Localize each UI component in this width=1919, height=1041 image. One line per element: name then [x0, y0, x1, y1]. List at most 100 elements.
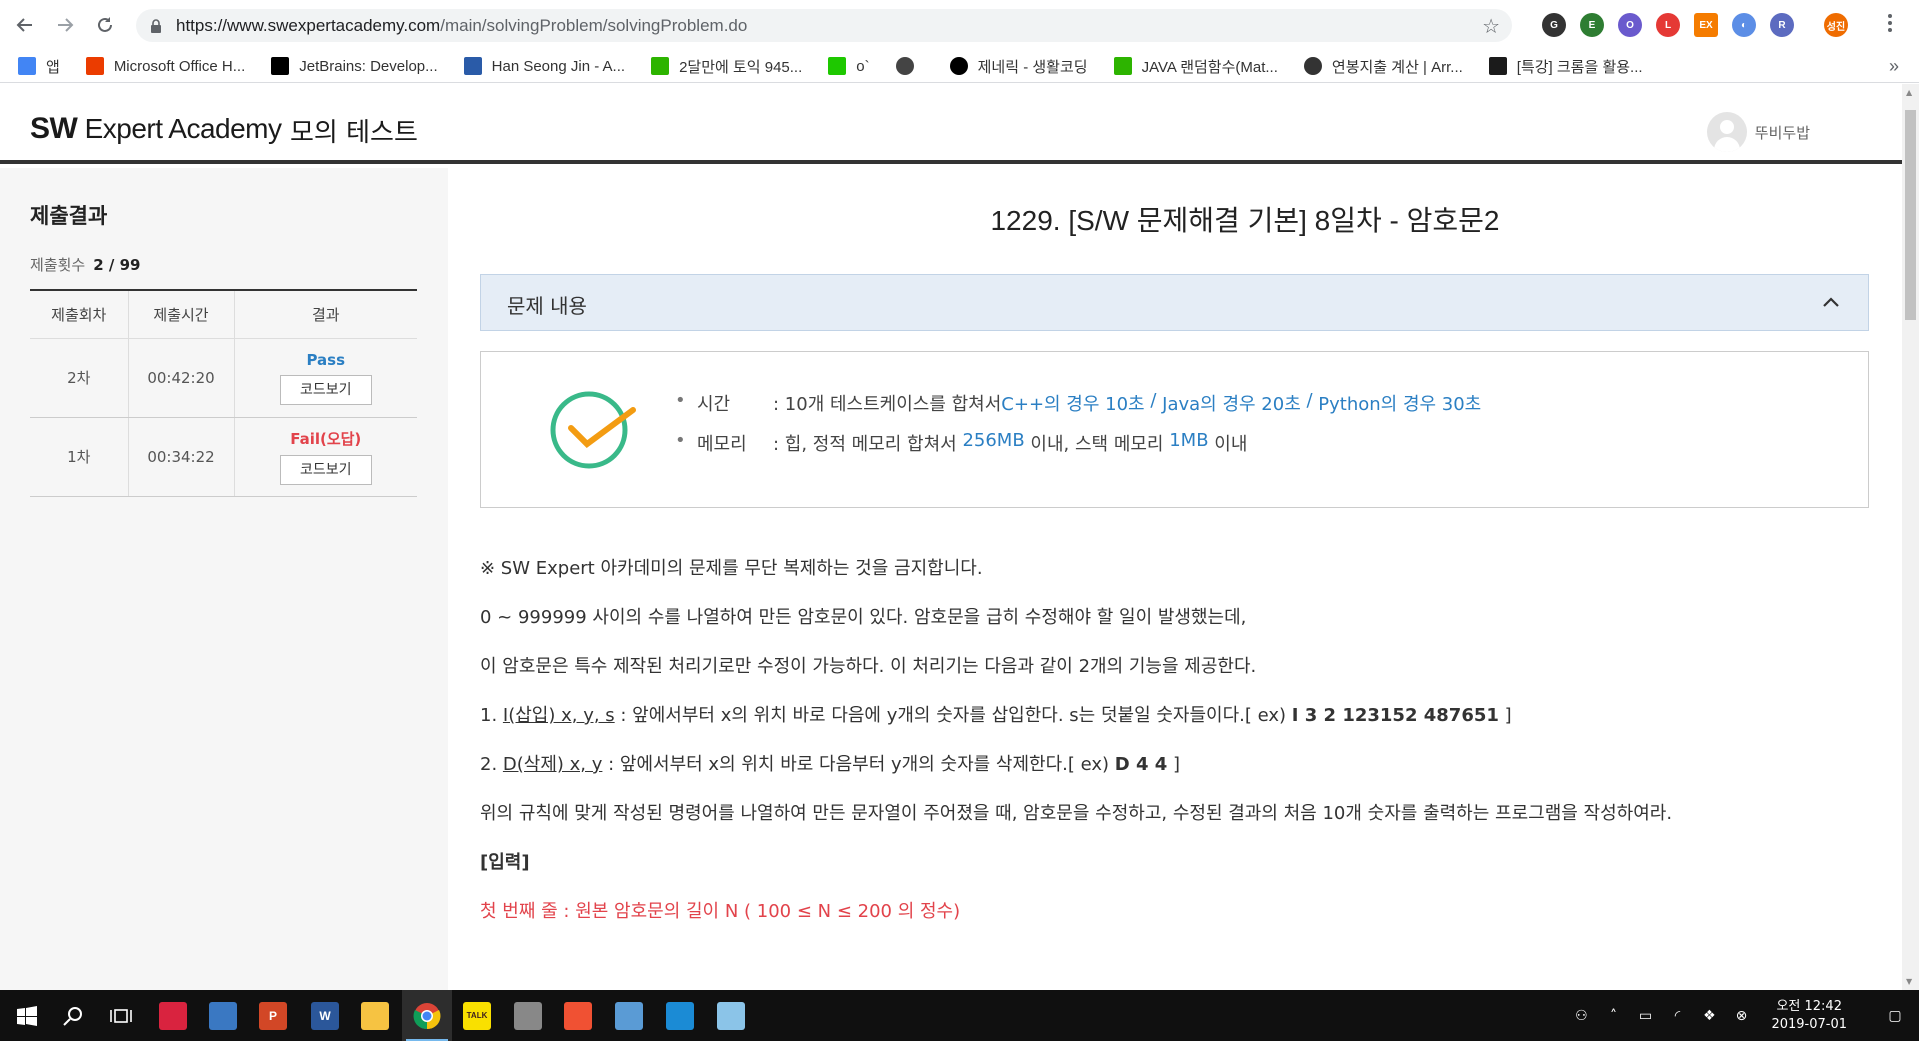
bookmark-star-icon[interactable]: ☆: [1482, 14, 1500, 38]
bookmark-item[interactable]: 앱: [18, 56, 60, 77]
scroll-thumb[interactable]: [1905, 110, 1916, 320]
settings-app-icon[interactable]: [503, 990, 553, 1041]
scroll-up-icon[interactable]: ▲: [1906, 88, 1912, 97]
extension-compass-icon[interactable]: ◐: [1732, 13, 1756, 37]
people-icon[interactable]: ⚇: [1571, 1006, 1591, 1026]
blog-icon: [1113, 57, 1132, 75]
problem-content: 1229. [S/W 문제해결 기본] 8일차 - 암호문2 문제 내용 • 시…: [448, 168, 1902, 990]
search-icon[interactable]: [48, 990, 98, 1041]
view-code-button[interactable]: 코드보기: [279, 374, 372, 405]
bookmark-label: 2달만에 토익 945...: [679, 58, 803, 76]
profile-avatar[interactable]: 성진: [1824, 13, 1848, 37]
memory-label: 메모리: [697, 434, 747, 455]
extension-lastpass-icon[interactable]: L: [1656, 13, 1680, 37]
view-code-button[interactable]: 코드보기: [279, 455, 372, 485]
chrome-app-icon[interactable]: [402, 990, 452, 1041]
office-icon: [85, 57, 104, 75]
powerpoint-app-icon[interactable]: P: [248, 990, 298, 1041]
jetbrains-icon: [271, 57, 290, 75]
submission-count: 제출횟수 2 / 99: [30, 254, 140, 275]
memory-prefix: : 힙, 정적 메모리 합쳐서: [773, 434, 963, 455]
time-label: 시간: [697, 394, 731, 415]
extension-g-icon[interactable]: G: [1542, 13, 1566, 37]
browser-menu-icon[interactable]: [1888, 14, 1894, 32]
bookmark-item[interactable]: 제네릭 - 생활코딩: [949, 56, 1088, 77]
sourcetree-app-icon: [159, 1001, 187, 1030]
command-delete: 2. D(삭제) x, y : 앞에서부터 x의 위치 바로 다음부터 y개의 …: [480, 750, 1880, 799]
network-app-icon: [209, 1001, 237, 1030]
battery-icon[interactable]: ▭: [1635, 1006, 1655, 1026]
extension-evernote-icon[interactable]: E: [1580, 13, 1604, 37]
bracket: ]: [1498, 705, 1512, 726]
task-view-icon[interactable]: [96, 990, 146, 1041]
result-cell: Pass 코드보기: [233, 338, 417, 418]
bookmarks-overflow-icon[interactable]: »: [1889, 56, 1899, 77]
chevron-up-icon[interactable]: [1822, 293, 1840, 311]
start-glyph: [17, 1005, 37, 1026]
inflearn-icon: [1488, 57, 1507, 75]
blog-icon: [651, 57, 670, 75]
username: 뚜비두밥: [1754, 123, 1810, 142]
kakaotalk-app-icon[interactable]: TALK: [452, 990, 502, 1041]
input-heading: [입력]: [480, 852, 530, 873]
wifi-icon[interactable]: ◜: [1667, 1006, 1687, 1026]
kakaotalk-app-icon: TALK: [463, 1001, 491, 1030]
command-desc: : 앞에서부터 x의 위치 바로 다음부터 y개의 숫자를 삭제한다.[ ex): [602, 754, 1115, 775]
address-bar[interactable]: https://www.swexpertacademy.com/main/sol…: [136, 9, 1512, 42]
bookmark-item[interactable]: 2달만에 토익 945...: [651, 56, 802, 77]
time-java: Java의 경우 20초: [1162, 394, 1301, 415]
extension-ex-icon[interactable]: EX: [1694, 13, 1718, 37]
checkmark-icon: [550, 391, 636, 469]
chevron-up-icon[interactable]: ˄: [1603, 1006, 1623, 1026]
word-app-icon[interactable]: W: [300, 990, 350, 1041]
bookmark-item[interactable]: Microsoft Office H...: [85, 57, 246, 75]
network-app-icon[interactable]: [198, 990, 248, 1041]
user-menu[interactable]: 뚜비두밥: [1706, 112, 1810, 152]
notification-icon[interactable]: ▢: [1885, 1006, 1905, 1026]
system-tray: ⚇ ˄ ▭ ◜ ❖ ⊗ 오전 12:42 2019-07-01 ▢: [1565, 990, 1919, 1041]
extension-r-icon[interactable]: R: [1770, 13, 1794, 37]
command-desc: : 앞에서부터 x의 위치 바로 다음에 y개의 숫자를 삽입한다. s는 덧붙…: [614, 705, 1292, 726]
limits-list: • 시간 : 10개 테스트케이스를 합쳐서 C++의 경우 10초 / Jav…: [675, 390, 1481, 470]
separator: /: [1300, 390, 1319, 411]
clock[interactable]: 오전 12:42 2019-07-01: [1771, 998, 1847, 1034]
bookmark-item[interactable]: [특강] 크롬을 활용...: [1488, 56, 1643, 77]
notes-app-icon: [717, 1001, 745, 1030]
sourcetree-app-icon[interactable]: [148, 990, 198, 1041]
section-header[interactable]: 문제 내용: [480, 274, 1869, 331]
notes-app-icon[interactable]: [706, 990, 756, 1041]
bookmark-item[interactable]: 연봉지출 계산 | Arr...: [1303, 56, 1463, 77]
git-app-icon[interactable]: [553, 990, 603, 1041]
bookmark-item[interactable]: JetBrains: Develop...: [271, 57, 438, 75]
paint-app-icon[interactable]: [604, 990, 654, 1041]
column-header: 제출시간: [127, 290, 234, 339]
bookmark-item[interactable]: JAVA 랜덤함수(Mat...: [1113, 56, 1278, 77]
scroll-down-icon[interactable]: ▼: [1906, 977, 1912, 986]
command-insert: 1. I(삽입) x, y, s : 앞에서부터 x의 위치 바로 다음에 y개…: [480, 701, 1880, 750]
bookmark-item[interactable]: [895, 57, 924, 75]
result-status: Pass: [306, 350, 346, 369]
bookmark-item[interactable]: o`: [828, 57, 870, 75]
back-button[interactable]: [10, 10, 40, 40]
forward-button[interactable]: [50, 10, 80, 40]
limits-box: • 시간 : 10개 테스트케이스를 합쳐서 C++의 경우 10초 / Jav…: [480, 351, 1869, 508]
bookmark-item[interactable]: Han Seong Jin - A...: [463, 57, 626, 75]
submission-sidebar: 제출결과 제출횟수 2 / 99 제출회차 제출시간 결과 2차 00:42:20…: [0, 168, 448, 990]
copyright-notice: ※ SW Expert 아카데미의 문제를 무단 복제하는 것을 금지합니다.: [480, 558, 983, 579]
page-scrollbar[interactable]: ▲ ▼: [1902, 84, 1919, 990]
extension-octotree-icon[interactable]: O: [1618, 13, 1642, 37]
file-explorer-app-icon[interactable]: [350, 990, 400, 1041]
dropbox-icon[interactable]: ❖: [1699, 1006, 1719, 1026]
reload-button[interactable]: [90, 10, 120, 40]
close-circle-icon[interactable]: ⊗: [1731, 1006, 1751, 1026]
start-button[interactable]: [2, 990, 52, 1041]
url-host: https://www.swexpertacademy.com: [176, 15, 441, 35]
site-logo[interactable]: SW Expert Academy: [30, 112, 282, 146]
bookmarks-bar: 앱 Microsoft Office H... JetBrains: Develop…: [0, 50, 1919, 83]
search-icon: [63, 1006, 82, 1026]
browser-toolbar: https://www.swexpertacademy.com/main/sol…: [0, 0, 1919, 50]
bookmark-label: Microsoft Office H...: [113, 57, 246, 75]
store-app-icon[interactable]: [655, 990, 705, 1041]
extensions: G E O L EX ◐ R 성진: [1542, 13, 1848, 37]
bookmark-label: Han Seong Jin - A...: [491, 57, 626, 75]
